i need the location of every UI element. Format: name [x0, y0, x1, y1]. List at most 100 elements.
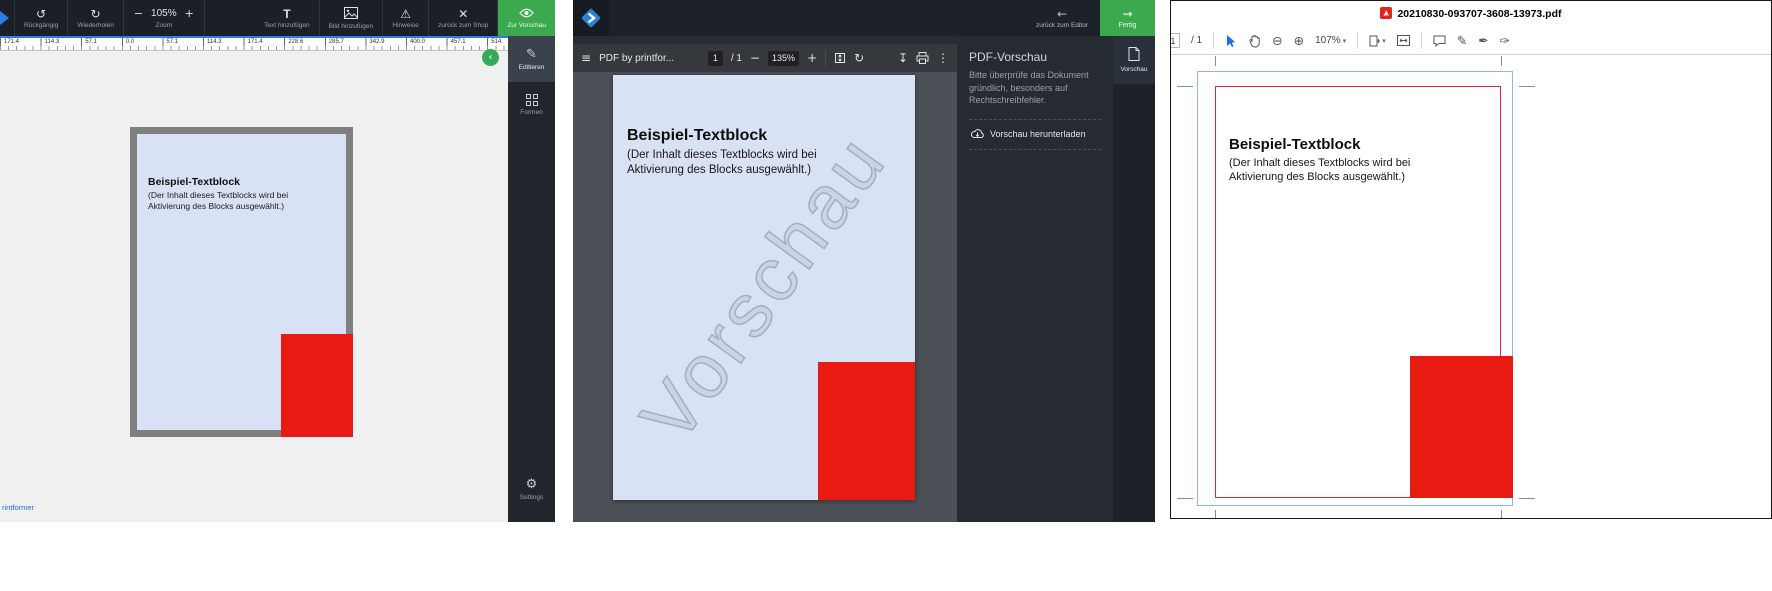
- side-panel-description: Bitte überprüfe das Dokument gründlich, …: [969, 69, 1101, 107]
- fit-width-button[interactable]: [1397, 35, 1410, 46]
- add-text-button[interactable]: T Text hinzufügen: [255, 0, 320, 36]
- pdf-document-area[interactable]: Beispiel-Textblock (Der Inhalt dieses Te…: [573, 72, 957, 522]
- add-image-label: Bild hinzufügen: [329, 23, 373, 30]
- ruler: 171.4114.357.10.057.1114.3171.4228.6285.…: [0, 38, 508, 51]
- ruler-tick-label: 228.6: [288, 39, 303, 45]
- undo-label: Rückgängig: [24, 22, 58, 29]
- undo-icon: ↺: [36, 8, 46, 20]
- back-to-editor-label: zurück zum Editor: [1036, 22, 1088, 29]
- corner-accent-icon: [0, 11, 9, 25]
- download-icon[interactable]: ↧: [898, 52, 908, 64]
- shapes-icon: [526, 94, 538, 106]
- rotate-icon[interactable]: ↻: [854, 52, 864, 64]
- zoom-label: Zoom: [156, 22, 173, 29]
- image-icon: [344, 7, 358, 21]
- sidebar-settings-label: Settings: [520, 494, 544, 501]
- done-label: Fertig: [1119, 22, 1137, 29]
- edit-icon: ✎: [526, 48, 537, 61]
- zoom-level-dropdown[interactable]: 107% ▾: [1315, 35, 1346, 46]
- page-count-label: / 1: [731, 53, 742, 64]
- back-to-shop-label: zurück zum Shop: [438, 22, 488, 29]
- pdf-preview-side-panel: PDF-Vorschau Bitte überprüfe das Dokumen…: [957, 36, 1113, 522]
- right-edge-tab-bar: Vorschau: [1113, 36, 1155, 522]
- eye-icon: [519, 8, 534, 20]
- ruler-tick-label: 0.0: [126, 39, 134, 45]
- redo-button[interactable]: ↻ Wiederholen: [68, 0, 124, 36]
- to-preview-button[interactable]: Zur Vorschau: [498, 0, 555, 36]
- tab-preview[interactable]: Vorschau: [1113, 36, 1155, 84]
- ruler-tick-label: 457.1: [451, 39, 466, 45]
- cloud-download-icon: [971, 128, 984, 141]
- sidebar-item-settings[interactable]: ⚙ Settings: [508, 466, 555, 512]
- select-tool-button[interactable]: [1225, 34, 1237, 48]
- pdf-file-icon: [1380, 7, 1392, 22]
- zoom-out-icon[interactable]: −: [750, 52, 760, 64]
- page-number-input[interactable]: 1: [1171, 33, 1180, 48]
- printformer-logo[interactable]: [573, 0, 609, 36]
- ruler-tick-label: 114.3: [207, 39, 222, 45]
- back-to-shop-button[interactable]: ✕ zurück zum Shop: [429, 0, 498, 36]
- page-count-label: / 1: [1191, 35, 1202, 46]
- collapse-sidebar-button[interactable]: ‹: [482, 49, 499, 66]
- crop-mark: [1215, 510, 1216, 518]
- editor-sidebar: ✎ Editieren Formen ⚙ Settings: [508, 36, 555, 522]
- editor-canvas[interactable]: Beispiel-Textblock (Der Inhalt dieses Te…: [0, 51, 508, 522]
- more-options-icon[interactable]: ⋮: [937, 52, 949, 64]
- add-image-button[interactable]: Bild hinzufügen: [320, 0, 383, 36]
- zoom-value: 105%: [151, 8, 177, 19]
- document-icon: [1128, 47, 1140, 63]
- chevron-down-icon: ▾: [1382, 35, 1386, 47]
- text-block-body: (Der Inhalt dieses Textblocks wird bei A…: [148, 190, 300, 212]
- divider: [1421, 32, 1422, 49]
- acrobat-document-area[interactable]: Beispiel-Textblock (Der Inhalt dieses Te…: [1171, 56, 1771, 518]
- acrobat-titlebar: 20210830-093707-3608-13973.pdf: [1171, 5, 1771, 23]
- download-preview-button[interactable]: Vorschau herunterladen: [969, 119, 1101, 150]
- done-button[interactable]: → Fertig: [1100, 0, 1155, 36]
- sidebar-item-shapes[interactable]: Formen: [508, 82, 555, 128]
- sign-tool-button[interactable]: ✒: [1478, 35, 1488, 47]
- ruler-tick-label: 57.1: [85, 39, 97, 45]
- pencil-tool-button[interactable]: ✎: [1457, 35, 1467, 47]
- hints-button[interactable]: ⚠ Hinweise: [383, 0, 429, 36]
- red-shape: [818, 362, 915, 500]
- zoom-in-button[interactable]: ⊕: [1294, 35, 1304, 47]
- sidebar-edit-label: Editieren: [519, 64, 545, 71]
- editor-panel: ↺ Rückgängig ↻ Wiederholen − 105% + Zoom…: [0, 0, 555, 522]
- side-panel-title: PDF-Vorschau: [969, 50, 1101, 64]
- red-shape[interactable]: [281, 334, 353, 437]
- print-icon[interactable]: [916, 52, 929, 64]
- page-text-title: Beispiel-Textblock: [627, 127, 767, 145]
- page-text-body: (Der Inhalt dieses Textblocks wird bei A…: [627, 148, 839, 178]
- hand-tool-button[interactable]: [1248, 34, 1261, 48]
- preview-panel: ← zurück zum Editor → Fertig ≡ PDF by pr…: [573, 0, 1155, 522]
- page-number-input[interactable]: 1: [708, 51, 723, 66]
- back-arrow-icon: ←: [1057, 8, 1067, 20]
- printformer-link[interactable]: rintformer: [2, 503, 34, 512]
- back-to-editor-button[interactable]: ← zurück zum Editor: [1024, 0, 1100, 36]
- comment-tool-button[interactable]: [1433, 35, 1446, 47]
- undo-button[interactable]: ↺ Rückgängig: [14, 0, 68, 36]
- ruler-tick-label: 514.: [491, 39, 503, 45]
- close-icon: ✕: [458, 8, 468, 20]
- zoom-in-icon[interactable]: +: [807, 52, 817, 64]
- zoom-level[interactable]: 135%: [768, 51, 799, 66]
- menu-icon[interactable]: ≡: [581, 52, 591, 64]
- fit-page-icon[interactable]: [834, 52, 846, 64]
- ruler-tick-label: 171.4: [4, 39, 19, 45]
- zoom-out-button[interactable]: −: [134, 7, 143, 20]
- download-preview-label: Vorschau herunterladen: [990, 129, 1086, 139]
- zoom-control: − 105% + Zoom: [124, 0, 205, 36]
- fill-sign-button[interactable]: ✑: [1500, 35, 1510, 47]
- sidebar-item-edit[interactable]: ✎ Editieren: [508, 36, 555, 82]
- acrobat-panel: 20210830-093707-3608-13973.pdf 1 / 1 ⊖ ⊕…: [1170, 0, 1772, 519]
- to-preview-label: Zur Vorschau: [507, 22, 546, 29]
- pdf-page: Beispiel-Textblock (Der Inhalt dieses Te…: [613, 75, 915, 500]
- crop-mark: [1519, 498, 1535, 499]
- tab-preview-label: Vorschau: [1120, 66, 1147, 73]
- chevron-down-icon: ▾: [1343, 37, 1347, 45]
- page-view-dropdown[interactable]: ▾: [1369, 35, 1386, 47]
- zoom-in-button[interactable]: +: [185, 7, 194, 20]
- divider: [825, 50, 826, 66]
- acrobat-toolbar: 1 / 1 ⊖ ⊕ 107% ▾ ▾: [1171, 27, 1771, 55]
- zoom-out-button[interactable]: ⊖: [1272, 35, 1282, 47]
